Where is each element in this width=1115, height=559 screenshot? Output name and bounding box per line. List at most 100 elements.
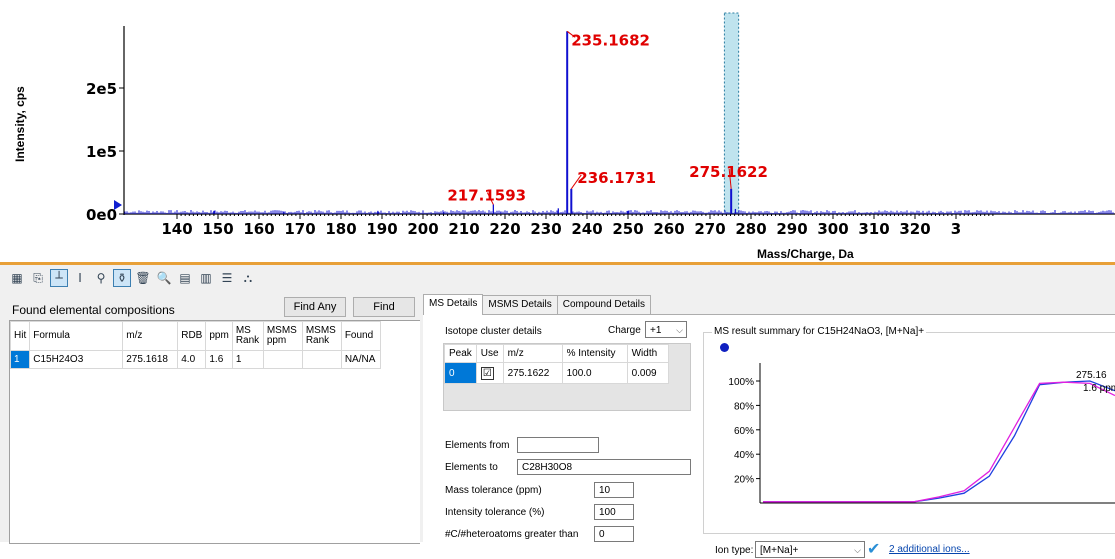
x-tick-label: 3	[951, 220, 961, 238]
col-ppm[interactable]: ppm	[205, 321, 233, 351]
col-found[interactable]: Found	[340, 321, 381, 351]
isotope-table: Peak Use m/z % Intensity Width 0 ☑ 275.1…	[444, 344, 669, 384]
chevron-down-icon: ⌵	[854, 545, 861, 555]
mass-tolerance-input[interactable]: 10	[594, 482, 634, 498]
peak-label: 275.1622	[689, 163, 768, 181]
tab-ms-details[interactable]: MS Details	[423, 294, 484, 315]
ms-summary-chart[interactable]: 100% 80% 60% 40% 20% 275.16 1.6 ppm	[708, 351, 1115, 531]
x-tick-label: 310	[858, 220, 889, 238]
bar-icon[interactable]: ┴	[50, 269, 68, 287]
heteroatoms-label: #C/#heteroatoms greater than	[445, 529, 579, 540]
tab-msms-details[interactable]: MSMS Details	[482, 295, 558, 315]
find-any-button[interactable]: Find Any	[284, 297, 346, 317]
ms-details-page: Isotope cluster details Charge +1 ⌵ Peak…	[423, 314, 1115, 558]
list-icon[interactable]: ☰	[218, 269, 236, 287]
cell-intensity[interactable]: 100.0	[561, 362, 628, 384]
cell-rdb[interactable]: 4.0	[177, 350, 207, 369]
cell-msms-rank[interactable]	[301, 350, 342, 369]
details-tabs: MS Details MSMS Details Compound Details	[423, 294, 651, 315]
cell-ppm[interactable]: 1.6	[205, 350, 233, 369]
found-compositions-panel: Found elemental compositions Find Any Fi…	[0, 295, 420, 544]
filter-icon[interactable]: ⚲	[92, 269, 110, 287]
elements-to-label: Elements to	[445, 462, 498, 473]
mass-tolerance-label: Mass tolerance (ppm)	[445, 485, 542, 496]
isotope-grid[interactable]: Peak Use m/z % Intensity Width 0 ☑ 275.1…	[443, 343, 691, 411]
table-header: Hit Formula m/z RDB ppm MS Rank MSMS ppm…	[9, 321, 381, 351]
col-msms-rank[interactable]: MSMS Rank	[301, 321, 342, 351]
compositions-table: Hit Formula m/z RDB ppm MS Rank MSMS ppm…	[9, 321, 381, 369]
x-tick-label: 280	[735, 220, 766, 238]
ion-type-value: [M+Na]+	[760, 545, 799, 556]
chart-icon[interactable]: ▦	[8, 269, 26, 287]
y-tick-label: 0e0	[86, 206, 117, 224]
highlight-icon[interactable]: ⚱	[113, 269, 131, 287]
summary-peak-label: 275.16	[1076, 370, 1107, 381]
x-tick-label: 260	[653, 220, 684, 238]
charge-label: Charge	[608, 325, 641, 336]
chevron-down-icon: ⌵	[676, 325, 683, 335]
col-width[interactable]: Width	[626, 344, 669, 363]
col-ms-rank[interactable]: MS Rank	[231, 321, 264, 351]
heteroatoms-input[interactable]: 0	[594, 526, 634, 542]
col-mz[interactable]: m/z	[122, 321, 179, 351]
cell-width[interactable]: 0.009	[626, 362, 669, 384]
summary-y-tick-label: 100%	[728, 377, 754, 388]
x-tick-label: 240	[571, 220, 602, 238]
cell-use[interactable]: ☑	[475, 362, 504, 384]
charge-value: +1	[650, 325, 662, 336]
table-icon[interactable]: ▤	[176, 269, 194, 287]
x-axis-title: Mass/Charge, Da	[757, 247, 854, 261]
cell-iso-mz[interactable]: 275.1622	[502, 362, 563, 384]
charge-select[interactable]: +1 ⌵	[645, 321, 687, 338]
x-tick-label: 230	[530, 220, 561, 238]
text-cursor-icon[interactable]: Ⅰ	[71, 269, 89, 287]
intensity-tolerance-label: Intensity tolerance (%)	[445, 507, 545, 518]
col-msms-ppm[interactable]: MSMS ppm	[262, 321, 303, 351]
cell-msms-ppm[interactable]	[262, 350, 303, 369]
cell-peak[interactable]: 0	[444, 362, 477, 384]
cell-ms-rank[interactable]: 1	[231, 350, 264, 369]
cell-mz[interactable]: 275.1618	[122, 350, 179, 369]
search-icon[interactable]: 🔍	[155, 269, 173, 287]
col-iso-mz[interactable]: m/z	[502, 344, 563, 363]
elements-from-input[interactable]	[517, 437, 599, 453]
cell-found[interactable]: NA/NA	[340, 350, 381, 369]
peak-label: 235.1682	[571, 31, 650, 49]
copy-icon[interactable]: ⎘	[29, 269, 47, 287]
additional-ions-link[interactable]: 2 additional ions...	[889, 544, 970, 555]
use-checkbox[interactable]: ☑	[480, 366, 494, 380]
x-tick-label: 190	[366, 220, 397, 238]
ms-summary-title: MS result summary for C15H24NaO3, [M+Na]…	[712, 326, 927, 337]
x-tick-label: 180	[325, 220, 356, 238]
cell-hit[interactable]: 1	[9, 350, 31, 369]
col-peak[interactable]: Peak	[444, 344, 477, 363]
x-tick-label: 320	[899, 220, 930, 238]
ion-type-label: Ion type:	[715, 545, 754, 556]
find-button[interactable]: Find	[353, 297, 415, 317]
trash-icon[interactable]: 🗑	[134, 269, 152, 287]
grid-icon[interactable]: ▥	[197, 269, 215, 287]
y-tick-label: 2e5	[86, 80, 117, 98]
col-hit[interactable]: Hit	[9, 321, 31, 351]
x-tick-label: 300	[817, 220, 848, 238]
x-tick-label: 150	[202, 220, 233, 238]
intensity-tolerance-input[interactable]: 100	[594, 504, 634, 520]
lower-panel: ▦ ⎘ ┴ Ⅰ ⚲ ⚱ 🗑 🔍 ▤ ▥ ☰ ⛬ Found elemental …	[0, 265, 1115, 558]
table-row[interactable]: 0 ☑ 275.1622 100.0 0.009	[444, 362, 669, 384]
ion-type-select[interactable]: [M+Na]+ ⌵	[755, 541, 865, 558]
binoculars-icon[interactable]: ⛬	[239, 269, 257, 287]
peak-label: 236.1731	[577, 169, 656, 187]
col-rdb[interactable]: RDB	[177, 321, 207, 351]
table-header: Peak Use m/z % Intensity Width	[444, 344, 669, 363]
cell-formula[interactable]: C15H24O3	[29, 350, 124, 369]
compositions-grid[interactable]: Hit Formula m/z RDB ppm MS Rank MSMS ppm…	[9, 320, 420, 544]
tab-compound-details[interactable]: Compound Details	[556, 295, 651, 315]
summary-y-tick-label: 20%	[734, 475, 754, 486]
table-row[interactable]: 1 C15H24O3 275.1618 4.0 1.6 1 NA/NA	[9, 350, 381, 369]
elements-from-label: Elements from	[445, 440, 510, 451]
elements-to-input[interactable]: C28H30O8	[517, 459, 691, 475]
mass-spectrum-chart[interactable]: Intensity, cps Mass/Charge, Da 2e5 1e5 0e0…	[0, 0, 1115, 262]
col-use[interactable]: Use	[475, 344, 504, 363]
col-formula[interactable]: Formula	[29, 321, 124, 351]
col-intensity[interactable]: % Intensity	[561, 344, 628, 363]
